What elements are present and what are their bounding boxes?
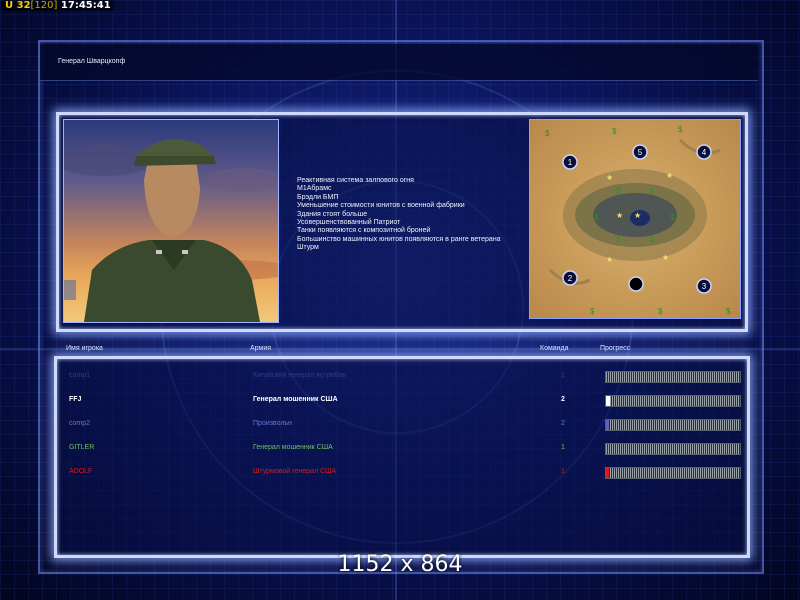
supply-icon: $: [726, 307, 731, 316]
player-name: comp2: [69, 420, 91, 427]
player-team: 1: [561, 468, 565, 475]
loading-progress-bar: [605, 419, 741, 431]
tech-building-icon: ★: [634, 211, 641, 220]
column-header-progress: Прогресс: [600, 345, 631, 352]
player-name: ADOLF: [69, 468, 93, 475]
supply-icon: $: [616, 235, 621, 244]
start-position-marker[interactable]: [628, 276, 644, 292]
player-army: Китайский генерал ястребов: [253, 372, 346, 379]
tech-building-icon: ★: [666, 171, 673, 180]
player-name: comp1: [69, 372, 91, 379]
player-team: 2: [561, 396, 565, 403]
title-bar: Генерал Шварцкопф: [40, 44, 758, 81]
tech-building-icon: ★: [606, 173, 613, 182]
bonus-item: Здания стоят больше: [297, 210, 368, 218]
bonus-item: Большинство машинных юнитов появляются в…: [297, 235, 501, 243]
supply-icon: $: [616, 187, 621, 196]
bonus-item: Штурм: [297, 244, 319, 252]
supply-icon: $: [678, 125, 683, 134]
general-portrait: [63, 119, 279, 323]
start-position-label: 4: [702, 148, 707, 157]
start-position-label: 2: [568, 274, 573, 283]
supply-icon: $: [545, 129, 550, 138]
general-name: Генерал Шварцкопф: [58, 58, 126, 65]
start-position-label: 5: [638, 148, 643, 157]
bonus-item: Уменьшение стоимости юнитов с военной фа…: [297, 202, 465, 210]
progress-fill: [606, 468, 609, 478]
tech-building-icon: ★: [662, 253, 669, 262]
column-header-name: Имя игрока: [66, 345, 103, 352]
start-position-label: 3: [702, 282, 707, 291]
unit-count: 32: [16, 0, 31, 11]
bonus-item: Танки появляются с композитной броней: [297, 227, 431, 235]
general-info-panel: Реактивная система залпового огня М1Абра…: [56, 112, 748, 332]
supply-icon: $: [594, 213, 599, 222]
loading-progress-bar: [605, 443, 741, 455]
player-row: comp1 Китайский генерал ястребов 1: [63, 365, 741, 387]
supply-icon: $: [650, 235, 655, 244]
player-army: Генерал мошенник США: [253, 396, 338, 403]
player-row: comp2 Произвольн 2: [63, 413, 741, 435]
resolution-label: 1152 x 864: [337, 552, 463, 577]
supply-icon: $: [670, 213, 675, 222]
players-table: comp1 Китайский генерал ястребов 1 FFJ Г…: [54, 356, 750, 558]
column-header-team: Команда: [540, 345, 569, 352]
hud-status: U 32[120] 17:45:41: [2, 0, 114, 11]
map-preview: $ $ $ $ $ $ $ $ $ $ $ $ ★ ★ ★ ★ ★ ★ 1 2 …: [529, 119, 741, 319]
player-army: Произвольн: [253, 420, 292, 427]
player-row: GITLER Генерал мошенник США 1: [63, 437, 741, 459]
player-team: 2: [561, 420, 565, 427]
bonus-item: М1Абрамс: [297, 185, 332, 193]
loading-progress-bar: [605, 371, 741, 383]
player-row: FFJ Генерал мошенник США 2: [63, 389, 741, 411]
unit-label: U: [5, 0, 14, 11]
loading-progress-bar: [605, 395, 741, 407]
map-terrain: $ $ $ $ $ $ $ $ $ $ $ $ ★ ★ ★ ★ ★ ★ 1 2 …: [545, 125, 731, 316]
loading-progress-bar: [605, 467, 741, 479]
supply-icon: $: [590, 307, 595, 316]
player-team: 1: [561, 444, 565, 451]
general-portrait-image: [64, 139, 278, 322]
game-clock: 17:45:41: [60, 0, 111, 11]
supply-icon: $: [650, 187, 655, 196]
player-team: 1: [561, 372, 565, 379]
player-row: ADOLF Штурмовой генерал США 1: [63, 461, 741, 483]
start-position-label: 1: [568, 158, 573, 167]
supply-icon: $: [658, 307, 663, 316]
progress-fill: [606, 396, 611, 406]
tech-building-icon: ★: [606, 255, 613, 264]
unit-cap: [120]: [30, 0, 58, 11]
player-name: GITLER: [69, 444, 95, 451]
player-army: Генерал мошенник США: [253, 444, 333, 451]
player-army: Штурмовой генерал США: [253, 468, 337, 475]
progress-fill: [606, 420, 609, 430]
bonus-item: Брэдли БМП: [297, 193, 339, 201]
army-bonus-list: Реактивная система залпового огня М1Абра…: [297, 177, 501, 253]
tech-building-icon: ★: [616, 211, 623, 220]
column-header-army: Армия: [250, 345, 272, 352]
player-name: FFJ: [69, 396, 82, 403]
supply-icon: $: [612, 127, 617, 136]
